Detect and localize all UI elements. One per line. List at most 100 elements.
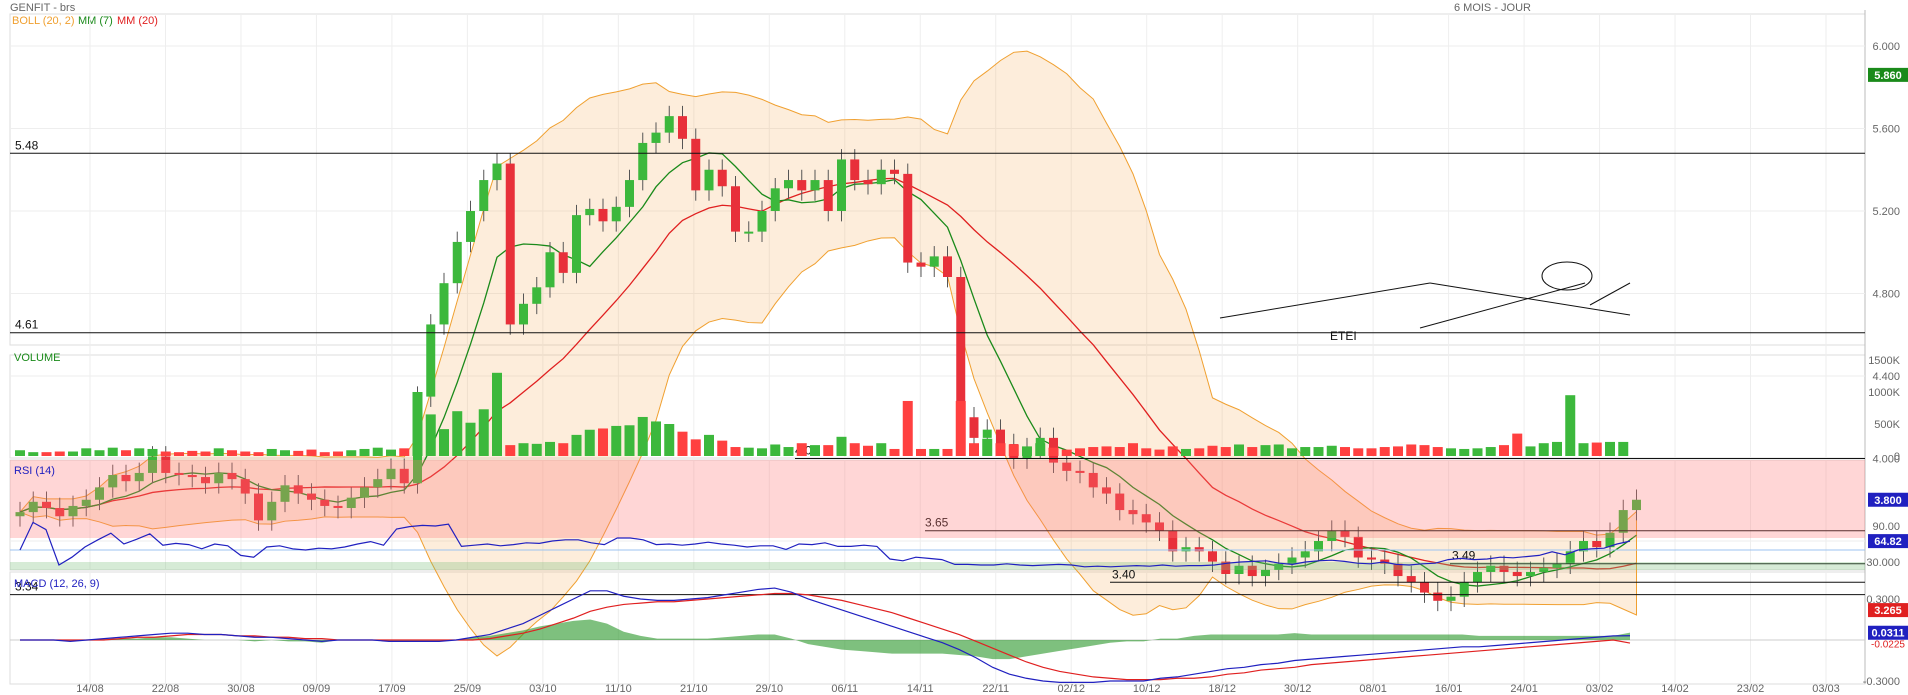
volume-bar xyxy=(1499,445,1509,456)
stock-chart[interactable]: 14/08 22/08 30/08 09/09 17/09 25/09 03/10 11/10… xyxy=(0,0,1908,695)
candle-body xyxy=(704,169,714,191)
volume-bar xyxy=(1167,446,1178,456)
x-tick-label: 23/02 xyxy=(1737,683,1765,695)
volume-axis-label: 500K xyxy=(1874,419,1900,431)
volume-bar xyxy=(1114,447,1125,456)
volume-bar xyxy=(571,434,582,456)
volume-bar xyxy=(982,438,993,456)
candle-body xyxy=(651,132,661,143)
volume-bar xyxy=(810,445,820,456)
volume-bar xyxy=(227,450,237,456)
volume-bar xyxy=(386,449,396,456)
candle-body xyxy=(572,215,581,273)
candle-body xyxy=(969,417,979,438)
volume-bar xyxy=(1300,447,1311,456)
candle-body xyxy=(492,163,502,181)
volume-bar xyxy=(1393,446,1403,456)
volume-bar xyxy=(849,443,860,456)
candle-body xyxy=(797,180,807,191)
volume-bar xyxy=(929,448,940,456)
x-tick-label: 11/10 xyxy=(605,683,632,695)
x-tick-label: 30/08 xyxy=(227,683,255,695)
volume-bar xyxy=(28,452,39,456)
price-axis-label: 5.600 xyxy=(1872,124,1900,136)
volume-bar xyxy=(121,450,131,456)
volume-bar xyxy=(15,450,25,456)
x-tick-label: 10/12 xyxy=(1133,683,1161,695)
candle-body xyxy=(996,429,1005,445)
macd-signal-tag-text: -0.0225 xyxy=(1871,640,1905,651)
volume-bar xyxy=(1273,444,1284,456)
volume-bar xyxy=(1128,443,1138,456)
volume-bar xyxy=(902,400,913,456)
candle-body xyxy=(598,208,608,222)
x-tick-label: 09/09 xyxy=(303,683,331,695)
candle-body xyxy=(519,303,528,325)
candle-body xyxy=(956,277,966,418)
volume-bar xyxy=(624,425,635,456)
x-tick-label: 03/02 xyxy=(1586,683,1614,695)
volume-label: VOLUME xyxy=(14,352,60,364)
candle-body xyxy=(439,283,449,325)
price-tag-text: 5.860 xyxy=(1874,70,1902,82)
candle-body xyxy=(1208,551,1217,562)
volume-bar xyxy=(94,450,105,456)
macd-axis-label: -0.3000 xyxy=(1863,676,1900,688)
candle-body xyxy=(466,211,475,242)
rsi-axis-label: 90.00 xyxy=(1872,521,1900,533)
candle-body xyxy=(1300,551,1310,558)
volume-bar xyxy=(160,451,171,456)
volume-bar xyxy=(1353,448,1364,456)
candle-body xyxy=(863,180,873,185)
volume-bar xyxy=(1260,445,1271,456)
volume-bar xyxy=(651,421,661,456)
volume-bar xyxy=(240,451,251,456)
volume-bar xyxy=(306,449,317,456)
volume-bar xyxy=(770,444,781,456)
volume-bar xyxy=(584,429,595,456)
x-tick-label: 22/11 xyxy=(982,683,1009,695)
rsi-oversold-zone xyxy=(10,562,1865,570)
volume-bar xyxy=(1565,395,1576,456)
volume-bar xyxy=(1512,433,1523,456)
volume-bar xyxy=(1578,443,1589,456)
trend-line xyxy=(1219,282,1431,319)
volume-bar xyxy=(531,443,542,456)
macd-tag-text: 0.0311 xyxy=(1871,628,1904,640)
volume-bar xyxy=(452,411,463,456)
candle-body xyxy=(916,262,926,267)
volume-bar xyxy=(1234,444,1244,456)
volume-bar xyxy=(823,445,834,456)
volume-bar xyxy=(796,443,807,456)
volume-bar xyxy=(333,451,343,456)
volume-bar xyxy=(412,392,423,456)
volume-bar xyxy=(1075,448,1085,456)
volume-bar xyxy=(1432,447,1443,456)
volume-bar xyxy=(1008,444,1019,456)
candle-body xyxy=(532,287,542,304)
volume-bar xyxy=(346,450,357,456)
candle-body xyxy=(1420,582,1429,593)
candle-body xyxy=(1446,596,1456,601)
volume-bar xyxy=(876,443,887,456)
candle-body xyxy=(850,159,860,181)
candle-body xyxy=(678,116,687,139)
candle-body xyxy=(1592,541,1602,548)
volume-bar xyxy=(1538,443,1549,456)
candle-body xyxy=(664,116,674,133)
volume-bar xyxy=(107,447,118,456)
x-tick-label: 24/01 xyxy=(1510,683,1538,695)
volume-bar xyxy=(743,447,754,456)
volume-bar xyxy=(1207,445,1218,456)
volume-bar xyxy=(134,448,145,456)
candle-body xyxy=(611,206,621,222)
candle-body xyxy=(1261,569,1270,577)
candle-body xyxy=(558,252,568,273)
volume-bar xyxy=(730,447,741,456)
volume-bar xyxy=(200,451,211,456)
volume-bar xyxy=(757,448,767,456)
volume-bar xyxy=(955,400,966,456)
volume-bar xyxy=(1591,442,1602,456)
volume-bar xyxy=(319,452,330,456)
price-axis-label: 4.400 xyxy=(1872,371,1900,383)
